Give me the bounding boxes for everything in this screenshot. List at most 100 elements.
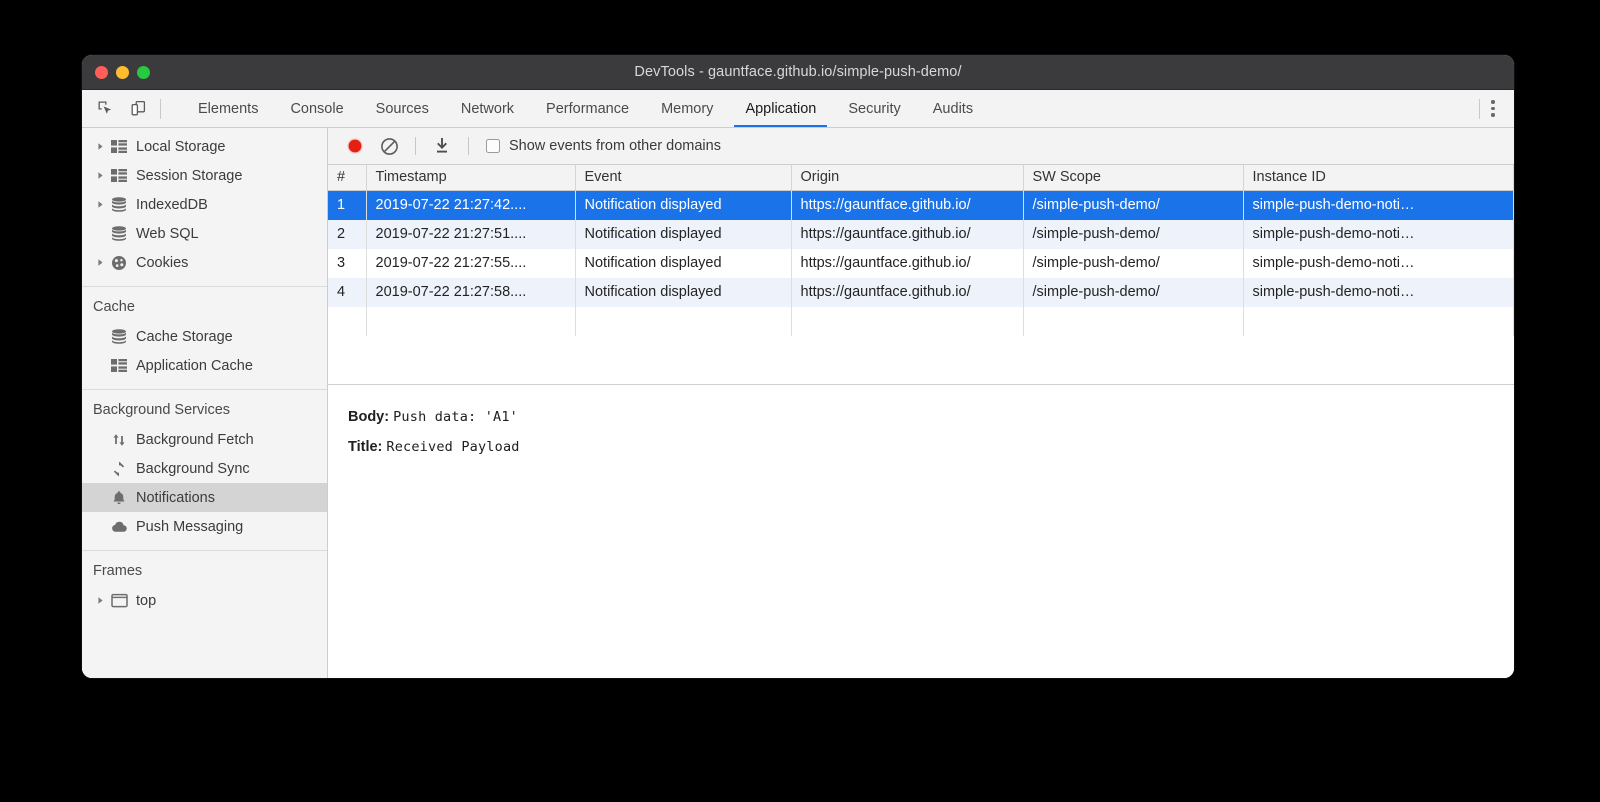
sidebar-item-label: Cookies: [136, 255, 188, 271]
tab-label: Audits: [933, 101, 973, 117]
devtools-tabstrip: Elements Console Sources Network Perform…: [82, 90, 1514, 128]
tab-elements[interactable]: Elements: [182, 90, 274, 127]
table-icon: [108, 169, 130, 183]
table-row[interactable]: 1 2019-07-22 21:27:42.... Notification d…: [328, 191, 1514, 220]
tab-sources[interactable]: Sources: [360, 90, 445, 127]
sidebar-group-frames: Frames top: [82, 550, 327, 620]
cell-instance-id: simple-push-demo-noti…: [1243, 191, 1514, 220]
toolbar-divider-2: [468, 137, 469, 155]
sidebar-item-label: Notifications: [136, 490, 215, 506]
window-traffic-lights: [95, 55, 150, 89]
minimize-window-button[interactable]: [116, 66, 129, 79]
window-titlebar: DevTools - gauntface.github.io/simple-pu…: [82, 55, 1514, 90]
device-toolbar-icon[interactable]: [125, 96, 152, 122]
table-row[interactable]: 3 2019-07-22 21:27:55.... Notification d…: [328, 249, 1514, 278]
cell-sw-scope: /simple-push-demo/: [1023, 249, 1243, 278]
notifications-toolbar: Show events from other domains: [328, 128, 1514, 165]
column-header-num[interactable]: #: [328, 165, 366, 191]
cell-timestamp: 2019-07-22 21:27:55....: [366, 249, 575, 278]
column-header-sw-scope[interactable]: SW Scope: [1023, 165, 1243, 191]
events-table-container[interactable]: # Timestamp Event Origin SW Scope Instan…: [328, 165, 1514, 385]
sidebar-item-cookies[interactable]: Cookies: [82, 248, 327, 277]
devtools-body: Local Storage Session Storage IndexedDB: [82, 128, 1514, 678]
sidebar-item-label: Background Fetch: [136, 432, 254, 448]
cell-instance-id: simple-push-demo-noti…: [1243, 220, 1514, 249]
sidebar-item-indexeddb[interactable]: IndexedDB: [82, 190, 327, 219]
cell-num: 1: [328, 191, 366, 220]
download-icon[interactable]: [427, 132, 457, 160]
tabstrip-right-divider: [1479, 99, 1480, 119]
chevron-right-icon[interactable]: [93, 200, 108, 209]
tabstrip-right-controls: [1477, 90, 1514, 127]
cell-num: 3: [328, 249, 366, 278]
sidebar-group-cache: Cache Cache Storage Application Cache: [82, 286, 327, 385]
table-row[interactable]: 2 2019-07-22 21:27:51.... Notification d…: [328, 220, 1514, 249]
tab-console[interactable]: Console: [274, 90, 359, 127]
tab-application[interactable]: Application: [729, 90, 832, 127]
event-detail-panel: Body:Push data: 'A1' Title:Received Payl…: [328, 385, 1514, 678]
chevron-right-icon[interactable]: [93, 171, 108, 180]
sidebar-item-label: Application Cache: [136, 358, 253, 374]
tab-memory[interactable]: Memory: [645, 90, 729, 127]
sidebar-item-label: Cache Storage: [136, 329, 233, 345]
maximize-window-button[interactable]: [137, 66, 150, 79]
chevron-right-icon[interactable]: [93, 142, 108, 151]
column-header-origin[interactable]: Origin: [791, 165, 1023, 191]
tab-label: Application: [745, 101, 816, 117]
database-icon: [108, 329, 130, 344]
database-icon: [108, 226, 130, 241]
column-header-event[interactable]: Event: [575, 165, 791, 191]
clear-prohibited-icon[interactable]: [374, 132, 404, 160]
tab-audits[interactable]: Audits: [917, 90, 989, 127]
devtools-window: DevTools - gauntface.github.io/simple-pu…: [82, 55, 1514, 678]
bell-icon: [108, 490, 130, 506]
detail-row-body: Body:Push data: 'A1': [348, 402, 1514, 432]
sidebar-item-session-storage[interactable]: Session Storage: [82, 161, 327, 190]
sidebar-item-local-storage[interactable]: Local Storage: [82, 132, 327, 161]
sidebar-item-web-sql[interactable]: Web SQL: [82, 219, 327, 248]
close-window-button[interactable]: [95, 66, 108, 79]
tab-label: Performance: [546, 101, 629, 117]
sidebar-item-application-cache[interactable]: Application Cache: [82, 351, 327, 380]
chevron-right-icon[interactable]: [93, 596, 108, 605]
up-down-arrows-icon: [108, 432, 130, 448]
table-icon: [108, 359, 130, 373]
cell-sw-scope: /simple-push-demo/: [1023, 220, 1243, 249]
cell-instance-id: simple-push-demo-noti…: [1243, 249, 1514, 278]
tab-label: Elements: [198, 101, 258, 117]
sidebar-item-notifications[interactable]: Notifications: [82, 483, 327, 512]
column-header-timestamp[interactable]: Timestamp: [366, 165, 575, 191]
table-row[interactable]: 4 2019-07-22 21:27:58.... Notification d…: [328, 278, 1514, 307]
sidebar-item-top-frame[interactable]: top: [82, 586, 327, 615]
sidebar-group-title-frames: Frames: [82, 560, 327, 586]
checkbox-box[interactable]: [486, 139, 500, 153]
record-circle-icon[interactable]: [340, 132, 370, 160]
chevron-right-icon[interactable]: [93, 258, 108, 267]
inspect-element-icon[interactable]: [92, 96, 119, 122]
cell-event: Notification displayed: [575, 220, 791, 249]
tab-security[interactable]: Security: [832, 90, 916, 127]
tab-network[interactable]: Network: [445, 90, 530, 127]
devtools-tabs: Elements Console Sources Network Perform…: [170, 90, 1477, 127]
kebab-menu-icon[interactable]: [1482, 96, 1504, 122]
sidebar-item-cache-storage[interactable]: Cache Storage: [82, 322, 327, 351]
sidebar-group-title-background-services: Background Services: [82, 399, 327, 425]
tab-performance[interactable]: Performance: [530, 90, 645, 127]
sidebar-item-label: Push Messaging: [136, 519, 243, 535]
column-header-instance-id[interactable]: Instance ID: [1243, 165, 1514, 191]
sidebar-item-background-fetch[interactable]: Background Fetch: [82, 425, 327, 454]
tab-label: Console: [290, 101, 343, 117]
toolbar-divider: [415, 137, 416, 155]
sidebar-item-push-messaging[interactable]: Push Messaging: [82, 512, 327, 541]
cell-origin: https://gauntface.github.io/: [791, 191, 1023, 220]
table-icon: [108, 140, 130, 154]
tab-label: Network: [461, 101, 514, 117]
sidebar-item-background-sync[interactable]: Background Sync: [82, 454, 327, 483]
cloud-icon: [108, 520, 130, 534]
show-other-domains-checkbox[interactable]: Show events from other domains: [486, 138, 721, 154]
cell-origin: https://gauntface.github.io/: [791, 249, 1023, 278]
cell-event: Notification displayed: [575, 249, 791, 278]
cell-instance-id: simple-push-demo-noti…: [1243, 278, 1514, 307]
sidebar-item-label: top: [136, 593, 156, 609]
notifications-panel: Show events from other domains # Timesta…: [328, 128, 1514, 678]
